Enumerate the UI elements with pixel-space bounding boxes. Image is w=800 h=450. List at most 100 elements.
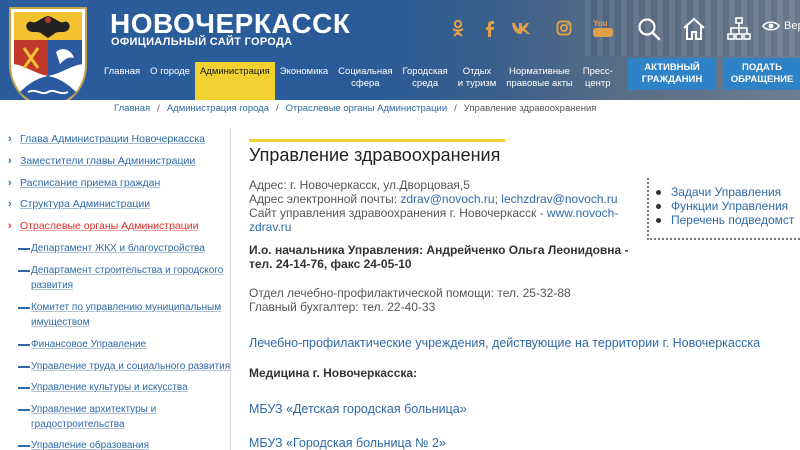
sub-item-finance[interactable]: Финансовое Управление	[18, 337, 146, 352]
youtube-icon[interactable]: You	[592, 18, 614, 38]
sidebar-item-structure[interactable]: › Структура Администрации	[8, 198, 150, 210]
nav-item-label: Главная	[104, 66, 141, 77]
sidebar-item-reception-schedule[interactable]: › Расписание приема граждан	[8, 177, 160, 189]
sub-item-labor-social[interactable]: Управление труда и социального развития	[18, 359, 230, 374]
submenu-item-tasks[interactable]: Задачи Управления	[656, 185, 781, 199]
dash-icon	[18, 445, 30, 447]
email-link-2[interactable]: lechzdrav@novoch.ru	[501, 192, 617, 206]
chevron-right-icon: ›	[8, 220, 12, 232]
submit-request-button[interactable]: ПОДАТЬ ОБРАЩЕНИЕ	[724, 58, 800, 90]
vk-icon[interactable]	[511, 18, 531, 38]
sub-item-construction-dept[interactable]: Департамент строительства и городского ра…	[18, 263, 223, 293]
nav-item-home[interactable]: Главная	[99, 62, 145, 100]
site-title[interactable]: НОВОЧЕРКАССК	[110, 9, 350, 39]
sidebar-item-sectoral-bodies[interactable]: › Отраслевые органы Администрации	[8, 220, 199, 232]
breadcrumb-home[interactable]: Главная	[114, 103, 150, 114]
sub-item-label: Управление труда и социального развития	[30, 359, 230, 374]
nav-item-label: Отдых	[462, 66, 492, 77]
page: НОВОЧЕРКАССК ОФИЦИАЛЬНЫЙ САЙТ ГОРОДА You	[0, 0, 800, 450]
eye-icon	[762, 21, 780, 31]
sub-item-line1: Управление культуры и искусства	[31, 382, 188, 393]
search-icon[interactable]	[636, 16, 662, 42]
nav-item-press-center[interactable]: Пресс-центр	[578, 62, 618, 100]
email-label: Адрес электронной почты:	[249, 192, 401, 206]
dash-icon	[18, 409, 30, 411]
nav-item-label: О городе	[150, 66, 190, 77]
dash-icon	[18, 387, 30, 389]
nav-item-social-sphere[interactable]: Социальная сфера	[333, 62, 397, 100]
facebook-icon[interactable]	[480, 18, 500, 38]
sub-item-education[interactable]: Управление образования	[18, 438, 149, 450]
sub-item-line2: развития	[31, 280, 74, 291]
email-link-1[interactable]: zdrav@novoch.ru	[400, 192, 494, 206]
nav-item-label: среда	[412, 78, 439, 89]
sidebar-item-label: Отраслевые органы Администрации	[20, 220, 199, 232]
dash-icon	[18, 248, 30, 250]
submenu-item-label: Задачи Управления	[671, 185, 782, 199]
breadcrumb-sectoral-bodies[interactable]: Отраслевые органы Администрации	[286, 103, 448, 114]
chevron-right-icon: ›	[8, 155, 12, 167]
sidebar-item-label: Расписание приема граждан	[20, 177, 161, 189]
active-citizen-label-line2: ГРАЖДАНИН	[641, 74, 703, 85]
sitemap-icon[interactable]	[726, 16, 752, 42]
nav-item-label: центр	[585, 78, 611, 89]
bullet-icon	[656, 217, 661, 223]
title-accent-bar	[249, 139, 505, 142]
sub-item-housing-dept[interactable]: Департамент ЖКХ и благоустройства	[18, 241, 205, 256]
nav-item-urban-environment[interactable]: Городская среда	[398, 62, 453, 100]
site-link-continued[interactable]: zdrav.ru	[249, 220, 291, 234]
sub-item-line1: Комитет по управлению муниципальным	[31, 302, 222, 313]
site-header: НОВОЧЕРКАССК ОФИЦИАЛЬНЫЙ САЙТ ГОРОДА You	[0, 0, 800, 100]
submenu-item-subordinates[interactable]: Перечень подведомст	[656, 213, 794, 227]
breadcrumb-administration[interactable]: Администрация города	[167, 103, 269, 114]
submenu-item-functions[interactable]: Функции Управления	[656, 199, 788, 213]
active-citizen-button[interactable]: АКТИВНЫЙ ГРАЖДАНИН	[628, 58, 716, 90]
nav-item-label: Пресс-	[582, 66, 613, 77]
sub-item-architecture[interactable]: Управление архитектуры и градостроительст…	[18, 402, 156, 432]
nav-item-label: правовые акты	[506, 78, 573, 89]
sub-item-line1: Управление образования	[31, 440, 149, 450]
home-icon[interactable]	[681, 16, 707, 42]
odnoklassniki-icon[interactable]	[448, 18, 468, 38]
nav-item-administration[interactable]: Администрация	[194, 62, 275, 100]
medicine-heading: Медицина г. Новочеркасска:	[249, 366, 418, 380]
sub-item-culture-arts[interactable]: Управление культуры и искусства	[18, 380, 188, 395]
sidebar-item-label: Заместители главы Администрации	[20, 155, 196, 167]
breadcrumb: Главная / Администрация города / Отрасле…	[114, 103, 596, 114]
address-line: Адрес: г. Новочеркасск, ул.Дворцовая,5	[249, 178, 470, 192]
chevron-right-icon: ›	[8, 198, 12, 210]
youtube-logo-text: You	[593, 19, 608, 28]
chevron-right-icon: ›	[8, 177, 12, 189]
hospital-link-city-2[interactable]: МБУЗ «Городская больница № 2»	[249, 436, 446, 450]
sub-item-line1: Департамент ЖКХ и благоустройства	[31, 243, 205, 254]
sub-item-property-committee[interactable]: Комитет по управлению муниципальным имуще…	[18, 300, 221, 330]
breadcrumb-separator: /	[157, 103, 160, 114]
site-line-2: zdrav.ru	[249, 220, 291, 234]
institutions-link[interactable]: Лечебно-профилактические учреждения, дей…	[249, 336, 760, 350]
sidebar-item-head[interactable]: › Глава Администрации Новочеркасска	[8, 133, 205, 145]
breadcrumb-separator: /	[276, 103, 279, 114]
sub-item-line1: Финансовое Управление	[31, 339, 147, 350]
nav-item-economy[interactable]: Экономика	[275, 62, 333, 100]
visually-impaired-toggle[interactable]: Вер	[762, 20, 800, 32]
nav-item-label: Городская	[402, 66, 448, 77]
sidebar-divider	[230, 128, 231, 450]
site-link[interactable]: www.novoch-	[547, 206, 618, 220]
nav-item-about-city[interactable]: О городе	[145, 62, 195, 100]
nav-item-label: Социальная	[338, 66, 393, 77]
nav-item-leisure-tourism[interactable]: Отдых и туризм	[453, 62, 502, 100]
sub-item-label: Управление культуры и искусства	[30, 380, 188, 395]
instagram-icon[interactable]	[554, 18, 574, 38]
email-line: Адрес электронной почты: zdrav@novoch.ru…	[249, 192, 618, 206]
city-coat-of-arms-icon[interactable]	[6, 6, 90, 100]
site-subtitle: ОФИЦИАЛЬНЫЙ САЙТ ГОРОДА	[111, 36, 293, 48]
sidebar-item-deputies[interactable]: › Заместители главы Администрации	[8, 155, 195, 167]
sub-item-line1: Департамент строительства и городского	[31, 265, 224, 276]
submit-request-label-line1: ПОДАТЬ	[742, 62, 782, 73]
sub-item-label: Департамент ЖКХ и благоустройства	[30, 241, 205, 256]
nav-item-legal-acts[interactable]: Нормативные правовые акты	[501, 62, 577, 100]
hospital-link-children[interactable]: МБУЗ «Детская городская больница»	[249, 402, 467, 416]
sidebar-item-label: Глава Администрации Новочеркасска	[20, 133, 206, 145]
submenu-item-label: Функции Управления	[671, 199, 789, 213]
sub-item-label: Департамент строительства и городского ра…	[30, 263, 223, 293]
